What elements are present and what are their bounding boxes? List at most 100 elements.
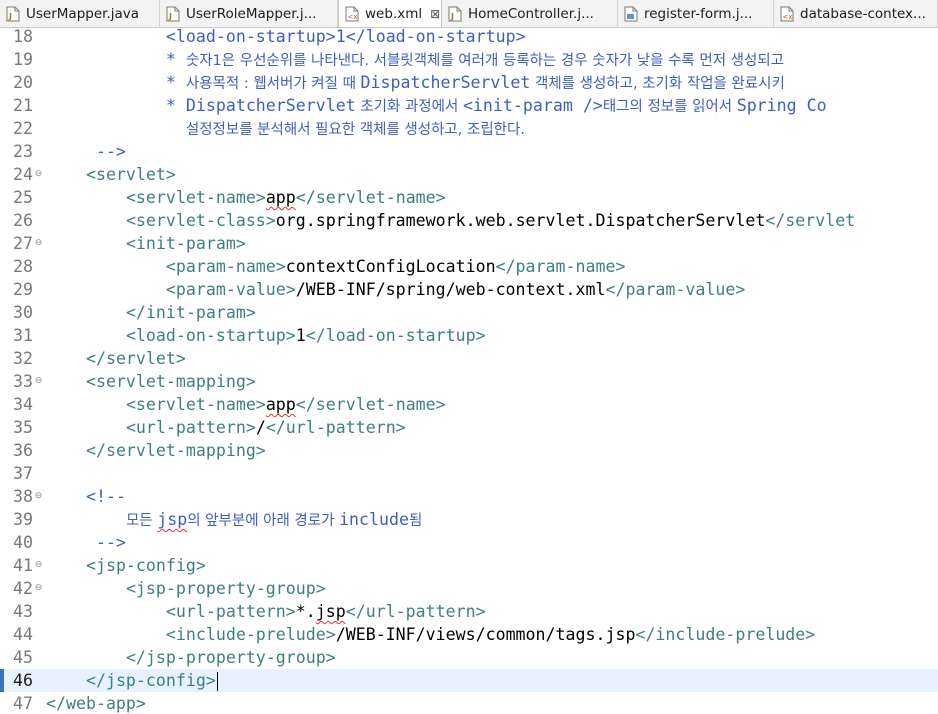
text-caret bbox=[216, 672, 218, 691]
tab-database-contex[interactable]: <x database-contex... bbox=[774, 0, 938, 27]
code-line[interactable]: 30 </init-param> bbox=[0, 301, 938, 324]
code-line[interactable]: 23 --> bbox=[0, 140, 938, 163]
code-token: </load-on-startup> bbox=[305, 326, 486, 345]
code-line[interactable]: 38 ⊖ <!-- bbox=[0, 485, 938, 508]
code-line[interactable]: 39 모든 jsp의 앞부분에 아래 경로가 include됨 bbox=[0, 508, 938, 531]
code-text: <load-on-startup>1</load-on-startup> bbox=[46, 324, 486, 347]
code-text: --> bbox=[46, 531, 126, 554]
fold-toggle-icon[interactable]: ⊖ bbox=[34, 370, 43, 393]
code-line[interactable]: 20 * 사용목적 : 웹서버가 켜질 때 DispatcherServlet … bbox=[0, 71, 938, 94]
line-number: 42 bbox=[13, 579, 33, 598]
code-text: <servlet-name>app</servlet-name> bbox=[46, 186, 446, 209]
code-line[interactable]: 36 </servlet-mapping> bbox=[0, 439, 938, 462]
code-token: <url-pattern> bbox=[165, 602, 296, 621]
tab-label: UserRoleMapper.j... bbox=[186, 5, 317, 22]
code-line[interactable]: 26 <servlet-class>org.springframework.we… bbox=[0, 209, 938, 232]
code-token: </param-value> bbox=[605, 280, 746, 299]
code-line[interactable]: 21 * DispatcherServlet 초기화 과정에서 <init-pa… bbox=[0, 94, 938, 117]
code-token: 모든 bbox=[125, 513, 158, 529]
tab-label: web.xml bbox=[365, 6, 423, 22]
code-token: 1 bbox=[295, 326, 306, 345]
code-text: </web-app> bbox=[46, 692, 146, 714]
code-text: <servlet-name>app</servlet-name> bbox=[46, 393, 446, 416]
code-line[interactable]: 47 </web-app> bbox=[0, 692, 938, 714]
code-token: org.springframework.web.servlet.Dispatch… bbox=[275, 211, 766, 230]
code-text: <load-on-startup>1</load-on-startup> bbox=[46, 28, 526, 48]
code-token: <init-param> bbox=[125, 234, 246, 253]
tab-label: UserMapper.java bbox=[26, 5, 140, 22]
fold-toggle-icon[interactable]: ⊖ bbox=[34, 232, 43, 255]
line-number: 19 bbox=[13, 50, 33, 69]
code-line[interactable]: 24 ⊖ <servlet> bbox=[0, 163, 938, 186]
code-line[interactable]: 37 bbox=[0, 462, 938, 485]
code-token: </web-app> bbox=[46, 694, 146, 713]
tab-register-form-j[interactable]: register-form.j... bbox=[618, 0, 774, 27]
code-line[interactable]: 45 </jsp-property-group> bbox=[0, 646, 938, 669]
close-tab-icon[interactable]: ⊠ bbox=[430, 7, 440, 21]
code-line[interactable]: 35 <url-pattern>/</url-pattern> bbox=[0, 416, 938, 439]
fold-toggle-icon[interactable]: ⊖ bbox=[34, 577, 43, 600]
code-token: jsp bbox=[315, 602, 346, 621]
code-line[interactable]: 46 </jsp-config> bbox=[0, 669, 938, 692]
line-number: 32 bbox=[13, 349, 33, 368]
code-token: </servlet-name> bbox=[295, 395, 446, 414]
svg-text:<x: <x bbox=[348, 13, 358, 21]
line-number: 37 bbox=[13, 464, 33, 483]
code-line[interactable]: 22 설정정보를 분석해서 필요한 객체를 생성하고, 조립한다. bbox=[0, 117, 938, 140]
fold-toggle-icon[interactable]: ⊖ bbox=[34, 485, 43, 508]
code-token: /WEB-INF/spring/web-context.xml bbox=[295, 280, 606, 299]
code-line[interactable]: 19 * 숫자1은 우선순위를 나타낸다. 서블릿객체를 여러개 등록하는 경우… bbox=[0, 48, 938, 71]
eclipse-editor-window: J UserMapper.java J UserRoleMapper.j... <x we… bbox=[0, 0, 938, 714]
code-text: * 숫자1은 우선순위를 나타낸다. 서블릿객체를 여러개 등록하는 경우 숫자… bbox=[46, 48, 784, 73]
tab-userrolemapper-j[interactable]: J UserRoleMapper.j... bbox=[160, 0, 338, 27]
line-number: 18 bbox=[13, 28, 33, 46]
code-line[interactable]: 25 <servlet-name>app</servlet-name> bbox=[0, 186, 938, 209]
code-text: <param-name>contextConfigLocation</param… bbox=[46, 255, 626, 278]
fold-toggle-icon[interactable]: ⊖ bbox=[34, 163, 43, 186]
svg-text:<x: <x bbox=[783, 13, 793, 21]
code-token: *. bbox=[295, 602, 316, 621]
code-line[interactable]: 31 <load-on-startup>1</load-on-startup> bbox=[0, 324, 938, 347]
code-line[interactable]: 28 <param-name>contextConfigLocation</pa… bbox=[0, 255, 938, 278]
code-line[interactable]: 32 </servlet> bbox=[0, 347, 938, 370]
code-editor[interactable]: 18 <load-on-startup>1</load-on-startup> 1… bbox=[0, 28, 938, 714]
tab-web-xml[interactable]: <x web.xml ⊠ bbox=[338, 0, 442, 27]
code-line[interactable]: 27 ⊖ <init-param> bbox=[0, 232, 938, 255]
code-line[interactable]: 43 <url-pattern>*.jsp</url-pattern> bbox=[0, 600, 938, 623]
code-line[interactable]: 40 --> bbox=[0, 531, 938, 554]
code-token: 됨 bbox=[409, 513, 423, 529]
line-number: 36 bbox=[13, 441, 33, 460]
tab-label: register-form.j... bbox=[644, 5, 753, 22]
tab-usermapper-java[interactable]: J UserMapper.java bbox=[0, 0, 160, 27]
code-line[interactable]: 33 ⊖ <servlet-mapping> bbox=[0, 370, 938, 393]
fold-toggle-icon[interactable]: ⊖ bbox=[34, 554, 43, 577]
line-number: 29 bbox=[13, 280, 33, 299]
tab-homecontroller-j[interactable]: J HomeController.j... bbox=[442, 0, 618, 27]
code-text: <url-pattern>*.jsp</url-pattern> bbox=[46, 600, 486, 623]
code-text: * DispatcherServlet 초기화 과정에서 <init-param… bbox=[46, 94, 827, 119]
code-line[interactable]: 34 <servlet-name>app</servlet-name> bbox=[0, 393, 938, 416]
code-line[interactable]: 42 ⊖ <jsp-property-group> bbox=[0, 577, 938, 600]
line-number: 39 bbox=[13, 510, 33, 529]
code-text: --> bbox=[46, 140, 126, 163]
code-token: 객체를 생성하고, 초기화 작업을 완료시키 bbox=[530, 76, 785, 92]
code-token: <param-name> bbox=[165, 257, 286, 276]
code-token: 1 bbox=[335, 28, 346, 46]
code-line[interactable]: 29 <param-value>/WEB-INF/spring/web-cont… bbox=[0, 278, 938, 301]
code-token: 의 앞부분에 아래 경로가 bbox=[187, 513, 340, 529]
code-token: </url-pattern> bbox=[265, 418, 406, 437]
java-file-icon: J bbox=[166, 6, 180, 22]
code-line[interactable]: 44 <include-prelude>/WEB-INF/views/commo… bbox=[0, 623, 938, 646]
code-text: <param-value>/WEB-INF/spring/web-context… bbox=[46, 278, 745, 301]
code-line[interactable]: 18 <load-on-startup>1</load-on-startup> bbox=[0, 28, 938, 48]
xml-file-icon: <x bbox=[780, 6, 794, 22]
code-line[interactable]: 41 ⊖ <jsp-config> bbox=[0, 554, 938, 577]
